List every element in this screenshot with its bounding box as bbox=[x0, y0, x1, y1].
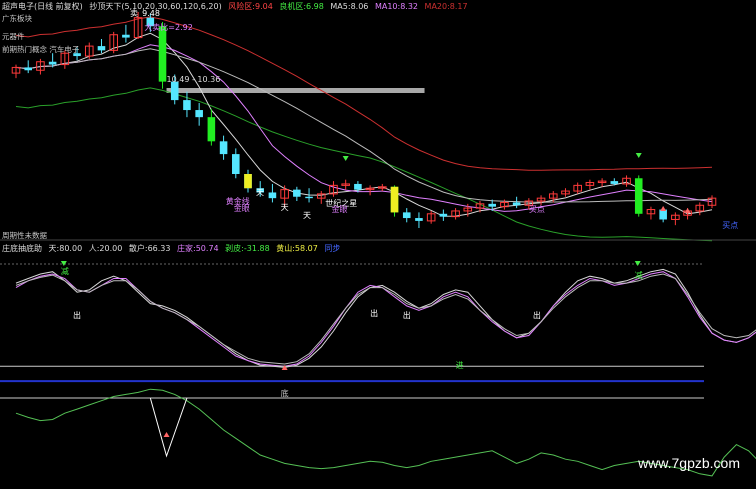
tian-value: 80.00 bbox=[59, 244, 83, 253]
jinyan-label: 金眼 bbox=[331, 204, 347, 214]
buy-label: 买点 bbox=[722, 221, 738, 230]
down-arrow-icon bbox=[342, 156, 349, 161]
ma10-line bbox=[15, 44, 713, 212]
golden-line-label: 黄金线 bbox=[226, 196, 250, 206]
candle-body bbox=[122, 34, 130, 38]
side-label-period: 周期性未数据 bbox=[2, 231, 47, 240]
ma20-label: MA20: bbox=[424, 2, 450, 11]
candle-body bbox=[232, 154, 240, 174]
jinjin-value: -31.88 bbox=[243, 244, 270, 253]
signal-bar bbox=[390, 186, 399, 213]
oscillator-line bbox=[15, 268, 756, 368]
jian-label: 减 bbox=[61, 266, 69, 276]
big-sell-label: 大卖比=2.92 bbox=[144, 22, 193, 32]
huangshan-value: 58.07 bbox=[294, 244, 318, 253]
ma10-label: MA10: bbox=[374, 2, 401, 11]
indicator-name: 抄顶天下(5,10,20,30,60,120,6,20) bbox=[89, 2, 222, 11]
tian-label: 天: bbox=[48, 244, 60, 253]
sync-tag: 同步 bbox=[324, 244, 341, 253]
candle-body bbox=[634, 178, 643, 214]
opp-value: 6.98 bbox=[306, 2, 324, 11]
jian-label: 减 bbox=[635, 270, 643, 280]
huangshan-label: 黄山: bbox=[276, 244, 295, 253]
ma20-value: 8.17 bbox=[449, 2, 468, 11]
side-label-concept: 前期热门概念 汽车电子 bbox=[2, 45, 80, 54]
sub-panel-header: 庄底抽底助 天:80.00 人:20.00 散户:66.33 庄家:50.74 … bbox=[2, 243, 344, 254]
candle-body bbox=[610, 181, 619, 184]
candle-body bbox=[48, 61, 57, 65]
buy-label: 买点 bbox=[529, 205, 545, 214]
ma10-value: 8.32 bbox=[400, 2, 418, 11]
up-arrow-icon bbox=[163, 432, 170, 437]
ren-value: 20.00 bbox=[99, 244, 123, 253]
candle-body bbox=[659, 209, 667, 220]
candle-body bbox=[268, 192, 277, 199]
risk-label: 风险区: bbox=[228, 2, 255, 11]
chu-label: 出 bbox=[533, 310, 541, 320]
chu-label: 出 bbox=[403, 310, 411, 320]
chart-stage: 卖 9.48 大卖比=2.92 10.49 - 10.36 天天天金眼 黄金线 世纪之星 金眼… bbox=[0, 0, 756, 487]
candle-body bbox=[415, 218, 423, 221]
zhuang-label: 庄家: bbox=[177, 244, 196, 253]
tian-marker: 天 bbox=[281, 203, 289, 212]
candle-body bbox=[207, 117, 216, 142]
candle-body bbox=[488, 203, 496, 207]
signal-bar bbox=[244, 174, 252, 189]
candle-body bbox=[305, 196, 313, 199]
main-panel-header: 超声电子(日线 前复权) 抄顶天下(5,10,20,30,60,120,6,20… bbox=[2, 1, 472, 12]
down-arrow-icon bbox=[634, 261, 641, 266]
candle-body bbox=[24, 67, 32, 71]
watermark: www.7gpzb.com bbox=[638, 455, 740, 471]
side-label-industry: 元器件 bbox=[2, 32, 25, 41]
ren-label: 人: bbox=[88, 244, 100, 253]
chu-label: 出 bbox=[73, 310, 81, 320]
sanhu-value: 66.33 bbox=[147, 244, 171, 253]
candle-body bbox=[195, 110, 203, 118]
up-arrow-icon bbox=[660, 206, 667, 211]
candle-body bbox=[158, 26, 167, 82]
ma5-line bbox=[15, 32, 713, 217]
candle-body bbox=[354, 183, 362, 190]
sanhu-label: 散户: bbox=[128, 244, 148, 253]
candle-body bbox=[402, 212, 411, 219]
ma5-value: 8.06 bbox=[350, 2, 369, 11]
chu-label: 出 bbox=[370, 308, 378, 318]
candle-body bbox=[512, 202, 521, 206]
tian-marker: 天 bbox=[303, 211, 311, 220]
ma-slow-line bbox=[15, 87, 713, 242]
oscillator-line bbox=[15, 271, 756, 367]
sub-indicator-name: 庄底抽底助 bbox=[2, 244, 42, 253]
jinjin-label: 剥皮: bbox=[225, 244, 244, 253]
bottom-spike bbox=[149, 397, 188, 458]
down-arrow-icon bbox=[635, 153, 642, 158]
side-label-sector: 广东板块 bbox=[2, 14, 32, 23]
candle-body bbox=[293, 189, 301, 197]
tian-marker: 天 bbox=[256, 188, 264, 197]
candle-body bbox=[97, 46, 106, 51]
candle-body bbox=[170, 81, 179, 101]
price-band bbox=[166, 88, 425, 93]
ma20-line bbox=[15, 48, 713, 203]
opp-label: 良机区: bbox=[279, 2, 307, 11]
ma5-label: MA5: bbox=[330, 2, 351, 11]
stock-name: 超声电子(日线 前复权) bbox=[2, 2, 83, 11]
risk-value: 9.04 bbox=[254, 2, 273, 11]
candle-body bbox=[183, 100, 191, 111]
range-label: 10.49 - 10.36 bbox=[167, 75, 221, 84]
di-label: 底 bbox=[281, 388, 289, 398]
candle-body bbox=[439, 213, 448, 217]
jin-label: 进 bbox=[456, 361, 464, 370]
candle-body bbox=[219, 141, 228, 155]
zhuang-value: 50.74 bbox=[195, 244, 219, 253]
